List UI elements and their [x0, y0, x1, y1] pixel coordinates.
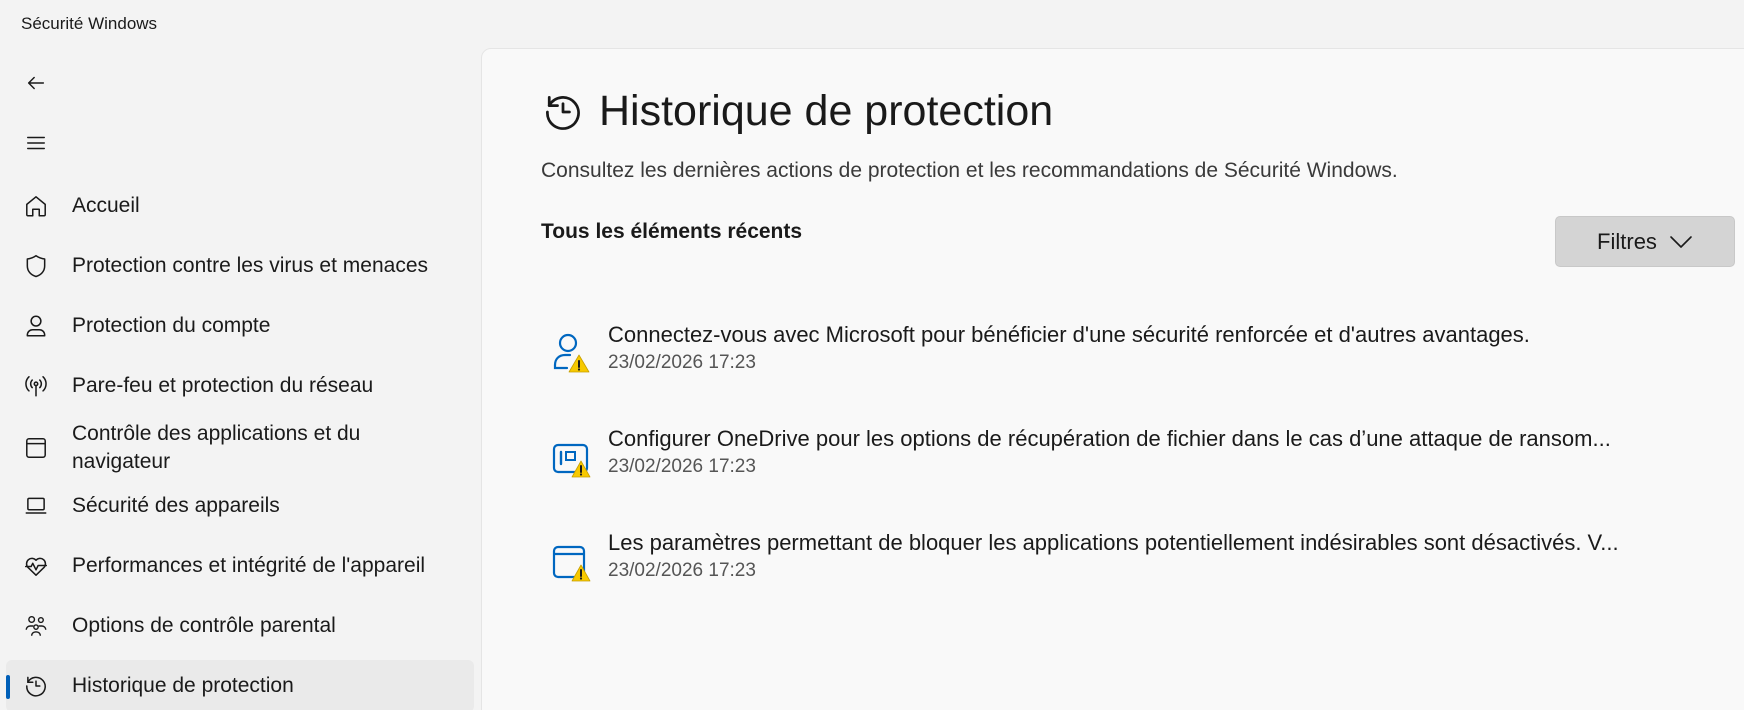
history-item-onedrive[interactable]: Configurer OneDrive pour les options de …: [541, 423, 1681, 527]
history-icon: [546, 95, 580, 130]
laptop-icon: [23, 493, 49, 519]
main-content: Historique de protection Consultez les d…: [481, 48, 1744, 710]
person-icon: [23, 313, 49, 339]
sidebar-item-label: Contrôle des applications et du navigate…: [72, 422, 361, 473]
history-item-title: Configurer OneDrive pour les options de …: [608, 426, 1611, 451]
sidebar-item-label: Accueil: [72, 194, 140, 217]
sidebar-item-label: Sécurité des appareils: [72, 494, 280, 517]
sidebar-item-label: Pare-feu et protection du réseau: [72, 374, 374, 397]
sidebar-item-label: Performances et intégrité de l'appareil: [72, 554, 426, 577]
filters-label: Filtres: [1597, 228, 1657, 254]
history-item-time: 23/02/2026 17:23: [608, 560, 756, 581]
sidebar-item-virus-protection[interactable]: Protection contre les virus et menaces: [6, 240, 474, 292]
history-icon: [23, 673, 49, 699]
history-item-title: Les paramètres permettant de bloquer les…: [608, 530, 1619, 555]
history-item-pua[interactable]: Les paramètres permettant de bloquer les…: [541, 527, 1681, 631]
back-arrow-icon: [27, 76, 45, 90]
sidebar-item-device-security[interactable]: Sécurité des appareils: [6, 480, 474, 532]
page-description: Consultez les dernières actions de prote…: [541, 159, 1398, 182]
sidebar-nav: Accueil Protection contre les virus et m…: [6, 180, 474, 710]
browser-window-icon: [23, 435, 49, 461]
heart-pulse-icon: [23, 553, 49, 579]
sidebar-item-label: Protection du compte: [72, 314, 271, 337]
history-list: Connectez-vous avec Microsoft pour bénéf…: [541, 319, 1681, 631]
history-item-title: Connectez-vous avec Microsoft pour bénéf…: [608, 322, 1530, 347]
app-browser-warning-icon: [551, 539, 591, 583]
hamburger-icon: [27, 136, 45, 150]
sidebar-item-label: Historique de protection: [72, 674, 294, 697]
chevron-down-icon: [1670, 235, 1692, 248]
filters-dropdown-button[interactable]: Filtres: [1555, 216, 1735, 267]
history-item-account[interactable]: Connectez-vous avec Microsoft pour bénéf…: [541, 319, 1681, 423]
ransomware-warning-icon: [551, 435, 591, 479]
page-title: Historique de protection: [599, 87, 1054, 135]
shield-icon: [23, 253, 49, 279]
antenna-icon: [23, 373, 49, 399]
back-button[interactable]: [18, 65, 54, 101]
sidebar-item-label: Protection contre les virus et menaces: [72, 254, 428, 277]
section-title: Tous les éléments récents: [541, 220, 803, 243]
sidebar-item-firewall[interactable]: Pare-feu et protection du réseau: [6, 360, 474, 412]
page-header: Historique de protection: [541, 87, 1053, 136]
sidebar-item-accueil[interactable]: Accueil: [6, 180, 474, 232]
sidebar-item-app-browser-control[interactable]: Contrôle des applications et du navigate…: [6, 420, 474, 476]
account-warning-icon: [551, 331, 591, 375]
sidebar-item-protection-history[interactable]: Historique de protection: [6, 660, 474, 710]
app-title: Sécurité Windows: [21, 14, 158, 33]
history-item-time: 23/02/2026 17:23: [608, 456, 756, 477]
history-item-time: 23/02/2026 17:23: [608, 352, 756, 373]
menu-button[interactable]: [18, 125, 54, 161]
sidebar-item-parental-control[interactable]: Options de contrôle parental: [6, 600, 474, 652]
sidebar-item-label: Options de contrôle parental: [72, 614, 336, 637]
family-icon: [23, 613, 49, 639]
sidebar-item-account-protection[interactable]: Protection du compte: [6, 300, 474, 352]
sidebar-item-device-performance[interactable]: Performances et intégrité de l'appareil: [6, 540, 474, 592]
home-icon: [23, 193, 49, 219]
